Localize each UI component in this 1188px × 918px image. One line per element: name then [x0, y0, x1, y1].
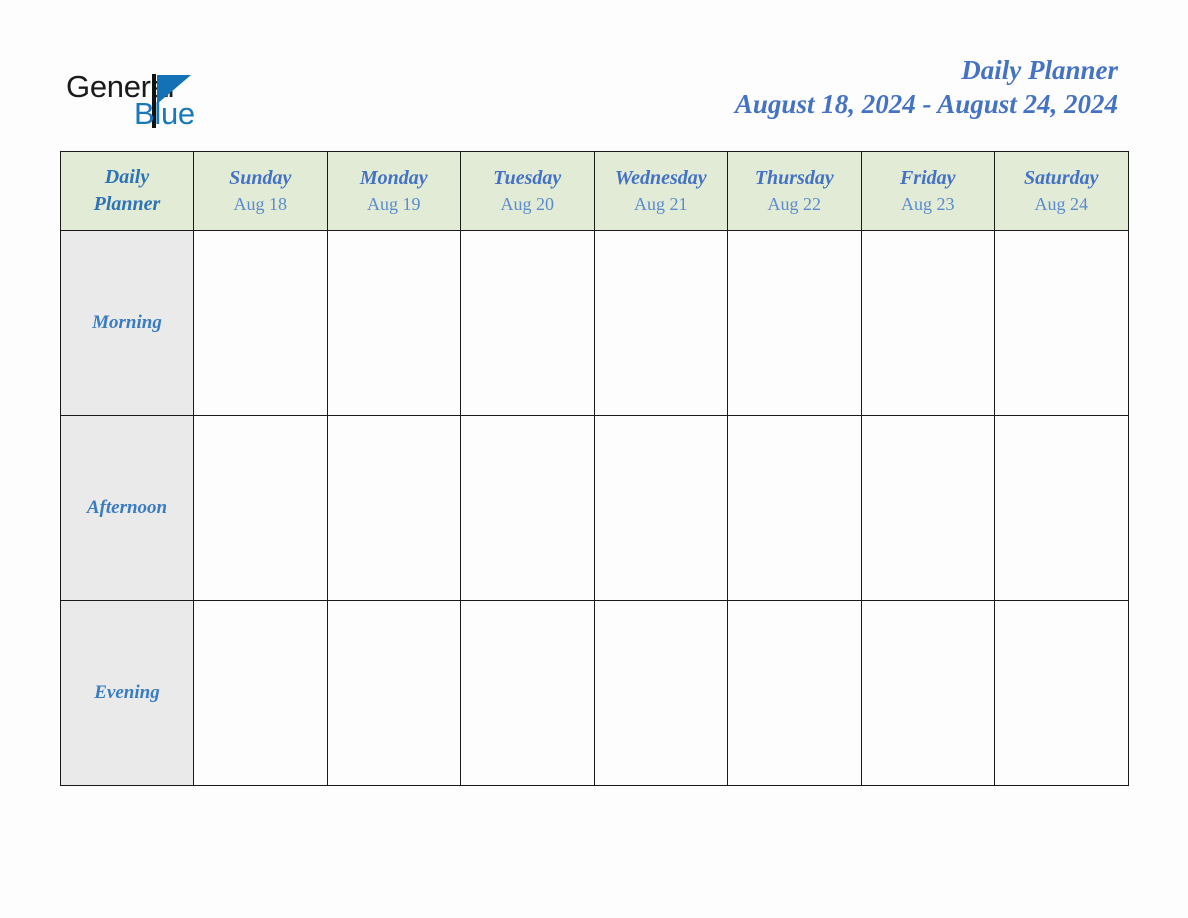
day-date-thursday: Aug 22: [767, 194, 822, 214]
column-header-tuesday: Tuesday Aug 20: [460, 151, 595, 231]
day-name-wednesday: Wednesday: [614, 167, 707, 189]
table-row-morning: Morning: [60, 230, 1129, 416]
title-block: Daily Planner August 18, 2024 - August 2…: [735, 53, 1118, 121]
slot-evening-saturday[interactable]: [994, 600, 1129, 786]
row-label-morning-text: Morning: [92, 312, 162, 333]
day-name-thursday: Thursday: [754, 167, 834, 189]
slot-afternoon-saturday[interactable]: [994, 415, 1129, 601]
slot-afternoon-thursday[interactable]: [727, 415, 862, 601]
day-name-monday: Monday: [359, 167, 428, 189]
slot-evening-monday[interactable]: [326, 600, 461, 786]
day-date-wednesday: Aug 21: [634, 194, 688, 214]
page-header: General Blue Daily Planner August 18, 20…: [0, 0, 1188, 151]
row-label-morning: Morning: [60, 230, 194, 416]
day-date-sunday: Aug 18: [233, 194, 288, 214]
slot-morning-saturday[interactable]: [994, 230, 1129, 416]
planner-page: General Blue Daily Planner August 18, 20…: [0, 0, 1188, 918]
column-header-thursday: Thursday Aug 22: [727, 151, 862, 231]
slot-evening-sunday[interactable]: [193, 600, 328, 786]
slot-morning-monday[interactable]: [326, 230, 461, 416]
table-row-afternoon: Afternoon: [60, 415, 1129, 601]
slot-evening-tuesday[interactable]: [460, 600, 595, 786]
day-name-sunday: Sunday: [229, 167, 292, 189]
row-label-evening-text: Evening: [94, 682, 160, 703]
planner-table: Daily Planner Sunday Aug 18 Monday Aug 1…: [60, 151, 1129, 786]
slot-morning-wednesday[interactable]: [593, 230, 728, 416]
table-header-row: Daily Planner Sunday Aug 18 Monday Aug 1…: [60, 151, 1129, 231]
slot-evening-wednesday[interactable]: [593, 600, 728, 786]
page-title: Daily Planner: [961, 55, 1118, 85]
day-date-friday: Aug 23: [901, 194, 955, 214]
table-corner-header: Daily Planner: [60, 151, 194, 231]
corner-label-line1: Daily: [104, 166, 150, 188]
column-header-saturday: Saturday Aug 24: [994, 151, 1129, 231]
general-blue-logo: General Blue: [66, 70, 256, 132]
column-header-wednesday: Wednesday Aug 21: [593, 151, 728, 231]
day-date-tuesday: Aug 20: [500, 194, 555, 214]
slot-afternoon-wednesday[interactable]: [593, 415, 728, 601]
column-header-sunday: Sunday Aug 18: [193, 151, 328, 231]
column-header-monday: Monday Aug 19: [326, 151, 461, 231]
row-label-afternoon: Afternoon: [60, 415, 194, 601]
date-range: August 18, 2024 - August 24, 2024: [734, 89, 1118, 119]
slot-afternoon-tuesday[interactable]: [460, 415, 595, 601]
table-row-evening: Evening: [60, 600, 1129, 786]
slot-evening-thursday[interactable]: [727, 600, 862, 786]
logo-text-blue: Blue: [134, 96, 195, 131]
slot-morning-friday[interactable]: [860, 230, 995, 416]
slot-afternoon-monday[interactable]: [326, 415, 461, 601]
column-header-friday: Friday Aug 23: [860, 151, 995, 231]
day-date-monday: Aug 19: [367, 194, 421, 214]
day-name-friday: Friday: [899, 167, 956, 189]
corner-label-line2: Planner: [93, 193, 161, 215]
row-label-afternoon-text: Afternoon: [86, 497, 168, 518]
day-name-saturday: Saturday: [1024, 167, 1099, 189]
day-date-saturday: Aug 24: [1034, 194, 1089, 214]
slot-afternoon-friday[interactable]: [860, 415, 995, 601]
slot-morning-thursday[interactable]: [727, 230, 862, 416]
day-name-tuesday: Tuesday: [493, 167, 562, 189]
row-label-evening: Evening: [60, 600, 194, 786]
slot-morning-sunday[interactable]: [193, 230, 328, 416]
slot-morning-tuesday[interactable]: [460, 230, 595, 416]
slot-evening-friday[interactable]: [860, 600, 995, 786]
slot-afternoon-sunday[interactable]: [193, 415, 328, 601]
